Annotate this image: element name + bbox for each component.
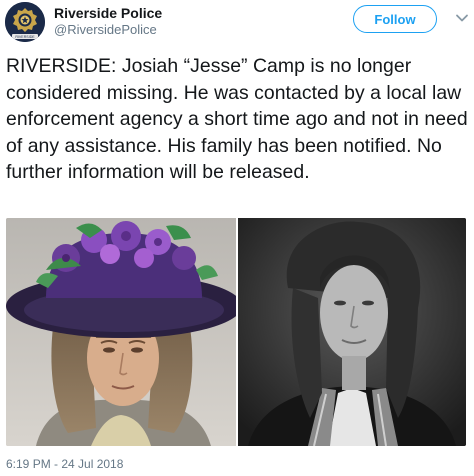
user-handle[interactable]: @RiversidePolice	[54, 22, 162, 38]
photo-man-black-and-white[interactable]	[238, 218, 466, 446]
tweet-text: RIVERSIDE: Josiah “Jesse” Camp is no lon…	[6, 55, 468, 183]
follow-button[interactable]: Follow	[353, 5, 437, 33]
author-info: Riverside Police @RiversidePolice	[54, 4, 162, 38]
chevron-down-icon[interactable]	[455, 11, 469, 25]
avatar-text: RIVERSIDE	[15, 35, 35, 39]
media-grid	[6, 218, 466, 446]
avatar[interactable]: RIVERSIDE	[5, 2, 45, 42]
photo-man-in-flowered-hat[interactable]	[6, 218, 236, 446]
display-name[interactable]: Riverside Police	[54, 4, 162, 22]
tweet-timestamp[interactable]: 6:19 PM - 24 Jul 2018	[6, 456, 123, 472]
tweet-card: RIVERSIDE Riverside Police @RiversidePol…	[0, 0, 474, 476]
police-badge-icon: RIVERSIDE	[5, 2, 45, 42]
